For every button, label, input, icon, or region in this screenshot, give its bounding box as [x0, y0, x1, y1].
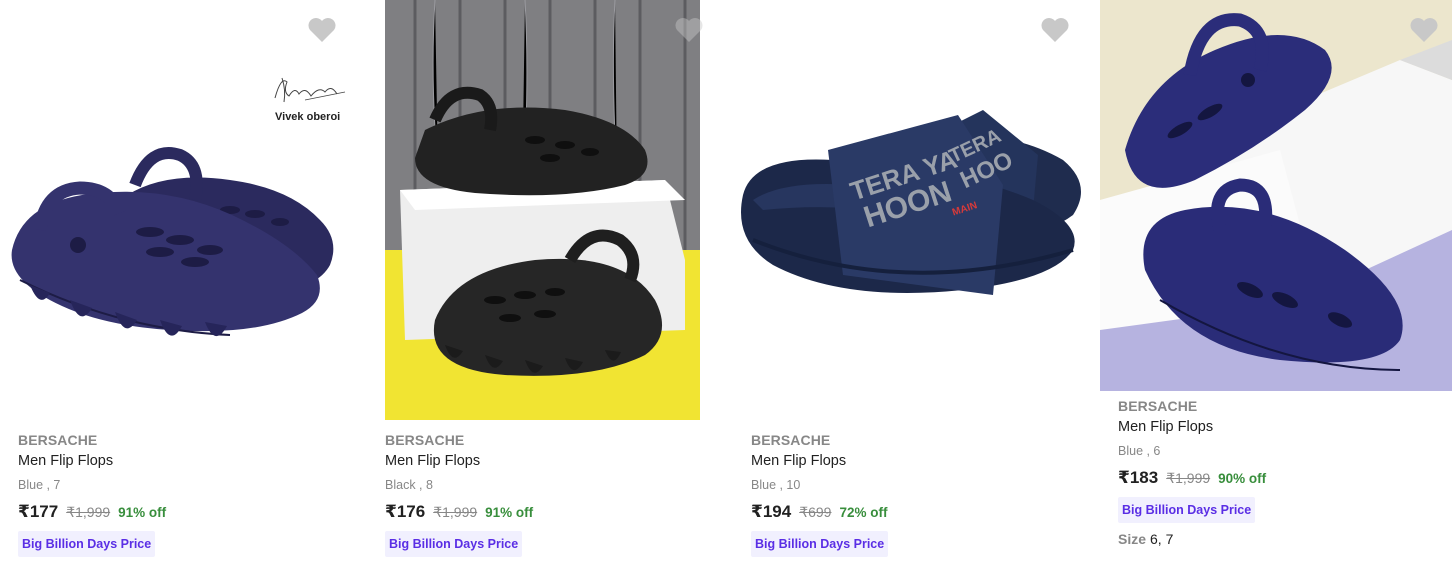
sizes-value: 6, 7: [1150, 531, 1174, 547]
selling-price: ₹177: [18, 502, 59, 521]
heart-icon[interactable]: [673, 14, 705, 46]
discount-text: 90% off: [1218, 471, 1267, 486]
price-row: ₹177 ₹1,999 91% off: [18, 502, 358, 524]
brand-name: BERSACHE: [385, 432, 465, 448]
price-row: ₹176 ₹1,999 91% off: [385, 502, 725, 524]
offer-badge: Big Billion Days Price: [1118, 497, 1256, 523]
discount-text: 91% off: [485, 505, 534, 520]
offer-badge: Big Billion Days Price: [18, 531, 156, 557]
product-title[interactable]: Men Flip Flops: [18, 453, 358, 473]
variant-text: Blue , 6: [1118, 444, 1161, 458]
endorser-name: Vivek oberoi: [275, 111, 340, 123]
variant-text: Black , 8: [385, 478, 433, 492]
product-info: BERSACHE Men Flip Flops Blue , 10 ₹194 ₹…: [751, 432, 1091, 557]
product-title[interactable]: Men Flip Flops: [385, 453, 725, 473]
product-grid: Vivek oberoi BERSACHE Men Flip Flops Blu…: [0, 0, 1456, 568]
product-image[interactable]: Vivek oberoi: [0, 0, 366, 420]
heart-icon[interactable]: [1408, 14, 1440, 46]
slide-sandal-image: TERA YA HOON MAIN TERA HOO: [733, 0, 1099, 420]
product-title[interactable]: Men Flip Flops: [1118, 419, 1448, 439]
heart-icon[interactable]: [1039, 14, 1071, 46]
product-title[interactable]: Men Flip Flops: [751, 453, 1091, 473]
product-info: BERSACHE Men Flip Flops Black , 8 ₹176 ₹…: [385, 432, 725, 557]
offer-badge: Big Billion Days Price: [751, 531, 889, 557]
selling-price: ₹183: [1118, 468, 1159, 487]
original-price: ₹1,999: [66, 504, 111, 520]
selling-price: ₹194: [751, 502, 792, 521]
variant-text: Blue , 7: [18, 478, 61, 492]
discount-text: 91% off: [118, 505, 167, 520]
selling-price: ₹176: [385, 502, 426, 521]
clog-navy-image: [1100, 0, 1452, 391]
sizes-label: Size: [1118, 531, 1147, 547]
brand-name: BERSACHE: [751, 432, 831, 448]
offer-badge: Big Billion Days Price: [385, 531, 523, 557]
product-info: BERSACHE Men Flip Flops Blue , 7 ₹177 ₹1…: [18, 432, 358, 557]
product-image[interactable]: [1100, 0, 1452, 391]
price-row: ₹194 ₹699 72% off: [751, 502, 1091, 524]
discount-text: 72% off: [839, 505, 888, 520]
original-price: ₹1,999: [433, 504, 478, 520]
product-image[interactable]: [385, 0, 700, 420]
heart-icon[interactable]: [306, 14, 338, 46]
price-row: ₹183 ₹1,999 90% off: [1118, 468, 1448, 490]
product-info: BERSACHE Men Flip Flops Blue , 6 ₹183 ₹1…: [1118, 398, 1448, 547]
clog-blue-image: Vivek oberoi: [0, 0, 366, 420]
brand-name: BERSACHE: [18, 432, 98, 448]
clog-black-image: [385, 0, 700, 420]
original-price: ₹699: [799, 504, 832, 520]
available-sizes: Size 6, 7: [1118, 531, 1448, 547]
product-image[interactable]: TERA YA HOON MAIN TERA HOO: [733, 0, 1099, 420]
brand-name: BERSACHE: [1118, 398, 1198, 414]
original-price: ₹1,999: [1166, 470, 1211, 486]
variant-text: Blue , 10: [751, 478, 801, 492]
